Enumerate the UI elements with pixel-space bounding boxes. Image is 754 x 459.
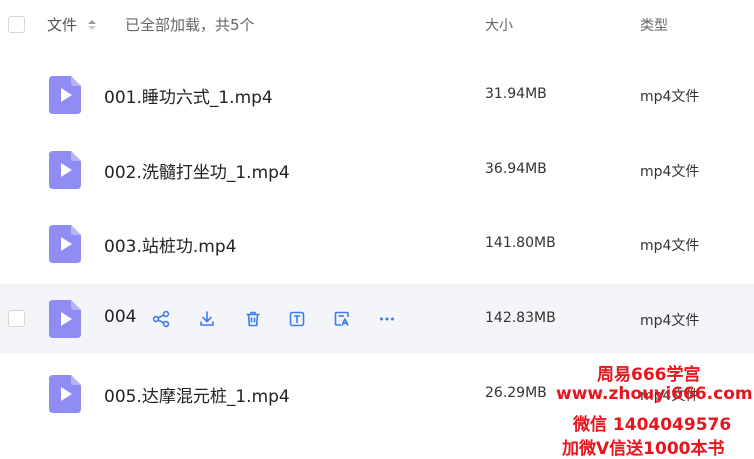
file-type: mp4文件 (640, 238, 700, 254)
text-icon[interactable] (286, 308, 308, 330)
sort-icon[interactable] (87, 16, 97, 34)
delete-icon[interactable] (242, 308, 264, 330)
file-row[interactable]: 001.睡功六式_1.mp4 31.94MB mp4文件 (0, 60, 754, 130)
file-name[interactable]: 003.站桩功.mp4 (104, 232, 236, 257)
share-icon[interactable] (150, 308, 172, 330)
file-size: 31.94MB (485, 86, 547, 102)
video-file-icon (49, 225, 81, 263)
download-icon[interactable] (196, 308, 218, 330)
file-size: 36.94MB (485, 161, 547, 177)
watermark-line-3: 微信 1404049576 (573, 415, 732, 435)
video-file-icon (49, 375, 81, 413)
file-row[interactable]: 003.站桩功.mp4 141.80MB mp4文件 (0, 209, 754, 279)
file-name[interactable]: 001.睡功六式_1.mp4 (104, 83, 273, 108)
file-size: 142.83MB (485, 310, 556, 326)
file-name[interactable]: 005.达摩混元桩_1.mp4 (104, 382, 290, 407)
file-size: 141.80MB (485, 235, 556, 251)
image-text-icon[interactable] (331, 308, 353, 330)
column-name-header[interactable]: 文件 (47, 14, 77, 35)
video-file-icon (49, 300, 81, 338)
watermark-line-4: 加微V信送1000本书 (562, 439, 725, 459)
select-all-checkbox[interactable] (8, 16, 25, 33)
file-row[interactable]: 002.洗髓打坐功_1.mp4 36.94MB mp4文件 (0, 135, 754, 205)
watermark-line-1: 周易666学宫 (597, 365, 701, 385)
watermark-line-2: www.zhouyi666.com (556, 384, 753, 404)
load-status-text: 已全部加载，共5个 (125, 16, 255, 34)
file-type: mp4文件 (640, 313, 700, 329)
file-size: 26.29MB (485, 385, 547, 401)
row-checkbox[interactable] (8, 310, 25, 327)
file-name[interactable]: 002.洗髓打坐功_1.mp4 (104, 158, 290, 183)
file-list-header: 文件 已全部加载，共5个 大小 类型 (0, 0, 754, 50)
file-row-hovered[interactable]: 004. (0, 284, 754, 354)
video-file-icon (49, 151, 81, 189)
file-type: mp4文件 (640, 89, 700, 105)
more-icon[interactable] (376, 308, 398, 330)
column-size-header: 大小 (485, 18, 513, 34)
file-type: mp4文件 (640, 164, 700, 180)
column-type-header: 类型 (640, 18, 668, 34)
file-name[interactable]: 004. (104, 307, 138, 327)
video-file-icon (49, 76, 81, 114)
